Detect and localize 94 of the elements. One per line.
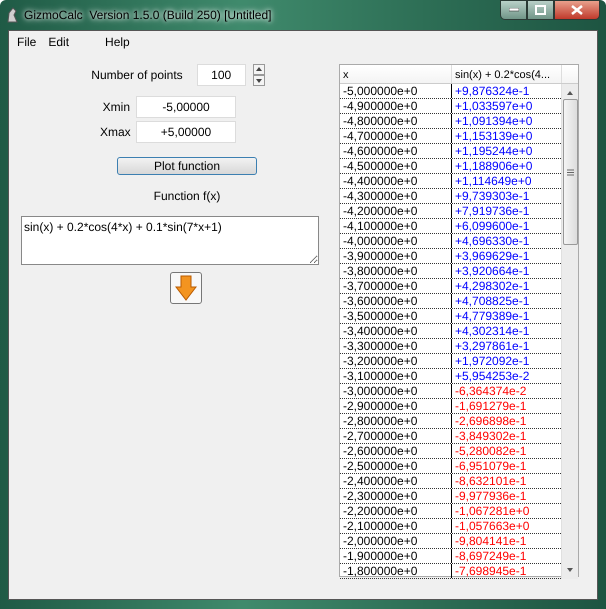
column-header[interactable]: sin(x) + 0.2*cos(4... [452, 65, 562, 83]
table-cell: -4,700000e+0 [340, 129, 452, 143]
plot-button[interactable]: Plot function [117, 157, 257, 175]
function-field[interactable]: sin(x) + 0.2*cos(4*x) + 0.1*sin(7*x+1) [21, 216, 319, 265]
table-cell: -3,000000e+0 [340, 384, 452, 398]
table-cell-text: +3,969629e-1 [454, 249, 530, 263]
field-label: Xmax [100, 124, 130, 141]
table-cell: -5,000000e+0 [340, 84, 452, 98]
table-cell-text: +9,876324e-1 [454, 84, 530, 98]
table-cell-text: +6,099600e-1 [454, 219, 530, 233]
table-cell-text: +1,153139e+0 [454, 129, 532, 143]
arrow-button[interactable] [170, 272, 202, 304]
maximize-icon [535, 5, 546, 15]
table-cell: -3,600000e+0 [340, 294, 452, 308]
table-cell: -4,200000e+0 [340, 204, 452, 218]
minimize-icon [508, 8, 518, 12]
table-cell: -1,800000e+0 [340, 564, 452, 578]
table-cell: -4,600000e+0 [340, 144, 452, 158]
menu-item[interactable]: File [11, 32, 42, 50]
table-cell: -2,600000e+0 [340, 444, 452, 458]
table-cell: -4,300000e+0 [340, 189, 452, 203]
table-cell: -1,900000e+0 [340, 549, 452, 563]
maximize-button[interactable] [527, 0, 554, 20]
table-cell: -2,900000e+0 [340, 399, 452, 413]
points-field[interactable]: 100 [196, 64, 246, 86]
table-cell-text: +1,091394e+0 [454, 114, 532, 128]
table-cell-text: -1,057663e+0 [454, 519, 530, 533]
table-cell: -3,800000e+0 [340, 264, 452, 278]
table-cell: -2,300000e+0 [340, 489, 452, 503]
table-cell-text: -6,364374e-2 [454, 384, 526, 398]
table-cell-text: +4,298302e-1 [454, 279, 530, 293]
table-cell-text: +1,188906e+0 [454, 159, 532, 173]
table-cell: -3,500000e+0 [340, 309, 452, 323]
table-cell-text: +7,919736e-1 [454, 204, 530, 218]
table-cell: -3,300000e+0 [340, 339, 452, 353]
table-cell: -4,800000e+0 [340, 114, 452, 128]
table-cell-text: +4,696330e-1 [454, 234, 530, 248]
table-cell: -4,400000e+0 [340, 174, 452, 188]
table-cell-text: +4,708825e-1 [454, 294, 530, 308]
close-button[interactable] [554, 0, 600, 20]
table-cell-text: +1,972092e-1 [454, 354, 530, 368]
table-cell: -3,100000e+0 [340, 369, 452, 383]
table-cell-text: -8,697249e-1 [454, 549, 526, 563]
menu-item[interactable]: Help [99, 32, 136, 50]
table-cell: -2,500000e+0 [340, 459, 452, 473]
table-cell: -4,900000e+0 [340, 99, 452, 113]
table-cell-text: +3,297861e-1 [454, 339, 530, 353]
xmax-field[interactable]: +5,00000 [136, 121, 236, 143]
table-cell-text: -9,977936e-1 [454, 489, 526, 503]
table-cell-text: -6,951079e-1 [454, 459, 526, 473]
table-cell: -2,800000e+0 [340, 414, 452, 428]
table-cell: -2,400000e+0 [340, 474, 452, 488]
table-cell-text: +1,114649e+0 [454, 174, 532, 188]
table-cell-text: -9,804141e-1 [454, 534, 526, 548]
table-cell: -3,900000e+0 [340, 249, 452, 263]
scroll-down-icon[interactable] [566, 567, 574, 573]
table-cell: -2,100000e+0 [340, 519, 452, 533]
table-cell-text: +1,195244e+0 [454, 144, 532, 158]
spinner-control[interactable] [252, 64, 265, 86]
table-cell-text: -2,696898e-1 [454, 414, 526, 428]
minimize-button[interactable] [500, 0, 527, 20]
table-cell-text: -5,280082e-1 [454, 444, 526, 458]
table-cell-text: -3,849302e-1 [454, 429, 526, 443]
scroll-up-icon[interactable] [566, 90, 574, 96]
close-icon [571, 5, 583, 15]
field-label: Xmin [102, 99, 130, 116]
app-icon [6, 7, 18, 23]
table-cell: -4,000000e+0 [340, 234, 452, 248]
table-cell-text: +3,920664e-1 [454, 264, 530, 278]
table-cell-text: -7,698945e-1 [454, 564, 526, 578]
table-cell: -3,200000e+0 [340, 354, 452, 368]
table-cell: -4,500000e+0 [340, 159, 452, 173]
menu-item[interactable]: Edit [42, 32, 76, 50]
table-cell: -2,200000e+0 [340, 504, 452, 518]
section-label: Function f(x) [154, 188, 220, 205]
table-cell-text: +4,779389e-1 [454, 309, 530, 323]
field-label: Number of points [91, 67, 183, 84]
table-cell: -3,700000e+0 [340, 279, 452, 293]
table-cell: -4,100000e+0 [340, 219, 452, 233]
xmin-field[interactable]: -5,00000 [136, 96, 236, 118]
table-cell-text: +1,033597e+0 [454, 99, 532, 113]
table-cell-text: +4,302314e-1 [454, 324, 530, 338]
down-arrow-icon [175, 275, 197, 301]
table-cell-text: +5,954253e-2 [454, 369, 530, 383]
table-cell-text: +9,739303e-1 [454, 189, 530, 203]
table-cell: -2,000000e+0 [340, 534, 452, 548]
grip-icon [566, 168, 574, 176]
table-cell: -3,400000e+0 [340, 324, 452, 338]
table-cell: -2,700000e+0 [340, 429, 452, 443]
column-header[interactable]: x [340, 65, 452, 83]
table-cell-text: -1,691279e-1 [454, 399, 526, 413]
table-cell-text: -8,632101e-1 [454, 474, 526, 488]
table-cell-text: -1,067281e+0 [454, 504, 530, 518]
window-title: GizmoCalc Version 1.5.0 (Build 250) [Untitled] [24, 7, 272, 24]
